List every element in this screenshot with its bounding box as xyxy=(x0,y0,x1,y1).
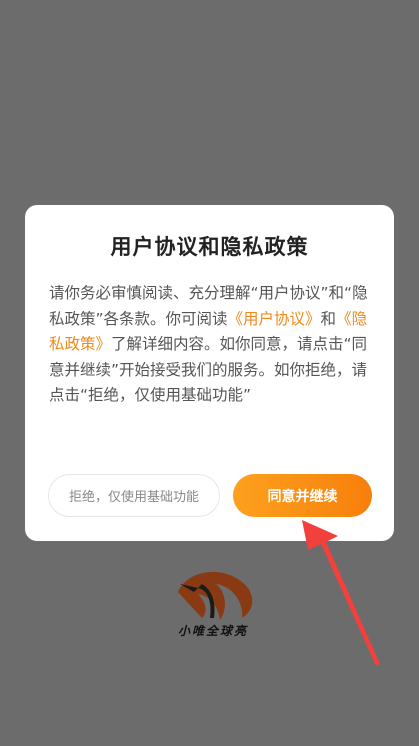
watermark-text: 小唯全球亮 xyxy=(177,624,248,638)
